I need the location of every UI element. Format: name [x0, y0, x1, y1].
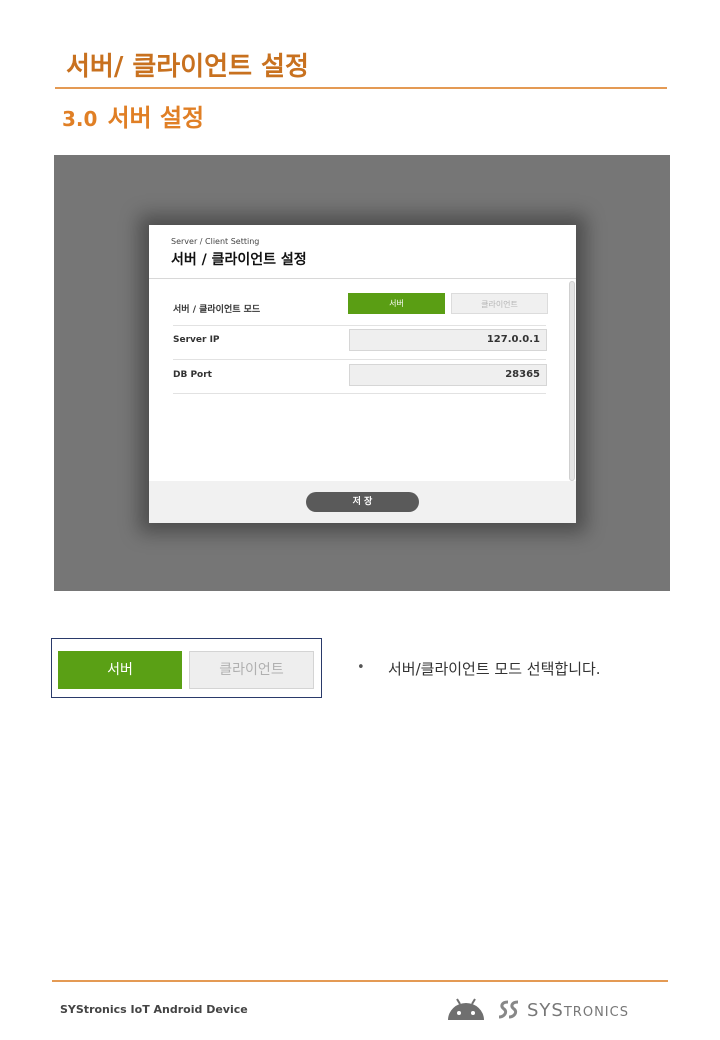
bullet-icon: • [357, 660, 365, 675]
title-divider [55, 87, 667, 89]
db-port-input[interactable]: 28365 [349, 364, 547, 386]
brand-prefix: SYS [527, 999, 564, 1021]
server-ip-label: Server IP [173, 335, 220, 345]
mode-label: 서버 / 클라이언트 모드 [173, 305, 261, 315]
dialog-subtitle: Server / Client Setting [171, 237, 260, 246]
scrollbar[interactable] [569, 281, 575, 481]
dialog-footer: 저 장 [149, 481, 576, 523]
dialog-title: 서버 / 클라이언트 설정 [171, 252, 307, 268]
settings-dialog: Server / Client Setting 서버 / 클라이언트 설정 서버… [149, 225, 576, 523]
systronics-logo: SYSTRONICS [497, 998, 629, 1022]
dialog-divider [149, 278, 576, 279]
mode-buttons-closeup: 서버 클라이언트 [51, 638, 322, 698]
section-heading: 서버 설정 [107, 104, 205, 132]
section-number: 3.0 [62, 107, 98, 131]
section-title: 3.0 서버 설정 [62, 98, 204, 133]
mode-row: 서버 / 클라이언트 모드 서버 클라이언트 [173, 291, 548, 326]
footer-divider [52, 980, 668, 982]
server-ip-input[interactable]: 127.0.0.1 [349, 329, 547, 351]
save-button[interactable]: 저 장 [306, 492, 419, 512]
server-mode-button[interactable]: 서버 [348, 293, 445, 314]
db-port-label: DB Port [173, 370, 212, 380]
footer-device-text: SYStronics IoT Android Device [60, 1003, 248, 1016]
server-ip-row: Server IP 127.0.0.1 [173, 325, 547, 360]
db-port-row: DB Port 28365 [173, 359, 547, 394]
closeup-client-button[interactable]: 클라이언트 [189, 651, 314, 689]
closeup-server-button[interactable]: 서버 [58, 651, 182, 689]
systronics-mark-icon [498, 1000, 519, 1019]
mode-description: 서버/클라이언트 모드 선택합니다. [388, 660, 601, 678]
page-title: 서버/ 클라이언트 설정 [66, 52, 309, 82]
android-icon [448, 998, 484, 1020]
brand-name: SYSTRONICS [527, 1000, 629, 1021]
device-screenshot: Server / Client Setting 서버 / 클라이언트 설정 서버… [54, 155, 670, 591]
brand-suffix: TRONICS [563, 1004, 629, 1020]
client-mode-button[interactable]: 클라이언트 [451, 293, 548, 314]
